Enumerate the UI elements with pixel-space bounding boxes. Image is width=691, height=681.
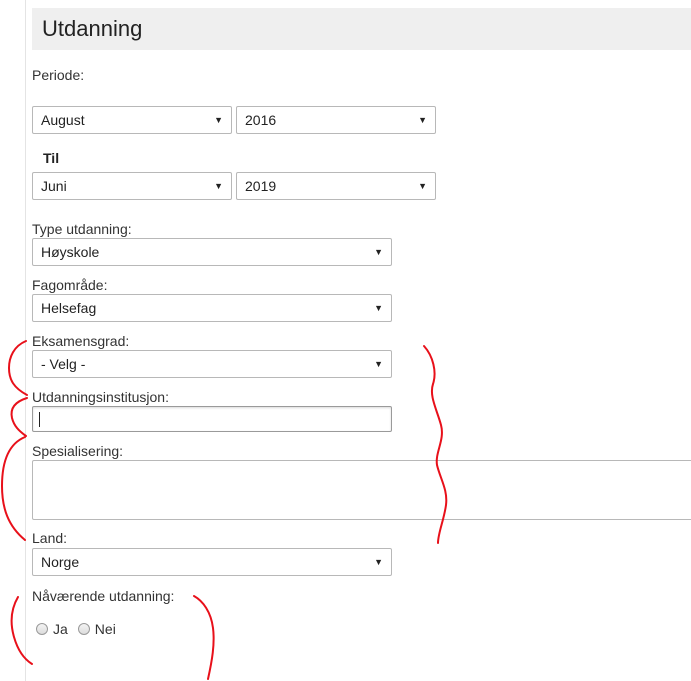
radio-option-nei[interactable]: Nei [77,621,116,637]
chevron-down-icon: ▼ [418,181,427,191]
degree-value: - Velg - [41,356,86,372]
annotation-left-bracket-bottom [1,436,26,541]
to-month-value: Juni [41,178,67,194]
chevron-down-icon: ▼ [374,247,383,257]
degree-label: Eksamensgrad: [32,333,130,349]
period-label: Periode: [32,67,85,83]
institution-input[interactable] [32,406,392,432]
til-label: Til [43,150,60,166]
from-month-value: August [41,112,85,128]
specialization-label: Spesialisering: [32,443,124,459]
radio-button-ja[interactable] [36,623,48,635]
field-value: Helsefag [41,300,97,316]
annotation-left-bracket-radio [10,596,33,665]
chevron-down-icon: ▼ [214,181,223,191]
radio-button-nei[interactable] [77,623,90,635]
specialization-textarea[interactable] [32,460,691,520]
field-select[interactable]: Helsefag ▼ [32,294,392,322]
country-select[interactable]: Norge ▼ [32,548,392,576]
from-year-select[interactable]: 2016 ▼ [236,106,436,134]
field-label: Fagområde: [32,277,108,293]
degree-select[interactable]: - Velg - ▼ [32,350,392,378]
education-type-select[interactable]: Høyskole ▼ [32,238,392,266]
chevron-down-icon: ▼ [418,115,427,125]
to-year-value: 2019 [245,178,277,194]
chevron-down-icon: ▼ [374,359,383,369]
radio-label-ja: Ja [53,621,68,637]
annotation-right-bracket-radio [193,595,215,680]
current-education-label: Nåværende utdanning: [32,588,175,604]
from-year-value: 2016 [245,112,277,128]
text-cursor [39,412,40,427]
country-value: Norge [41,554,80,570]
section-title: Utdanning [42,16,143,41]
radio-label-nei: Nei [94,621,116,637]
to-year-select[interactable]: 2019 ▼ [236,172,436,200]
chevron-down-icon: ▼ [214,115,223,125]
chevron-down-icon: ▼ [374,557,383,567]
from-month-select[interactable]: August ▼ [32,106,232,134]
education-type-label: Type utdanning: [32,221,132,237]
radio-option-ja[interactable]: Ja [36,621,68,637]
current-education-radio-group: Ja Nei [36,621,126,637]
country-label: Land: [32,530,68,546]
institution-label: Utdanningsinstitusjon: [32,389,169,405]
to-month-select[interactable]: Juni ▼ [32,172,232,200]
education-type-value: Høyskole [41,244,100,260]
section-header: Utdanning [32,8,691,50]
chevron-down-icon: ▼ [374,303,383,313]
left-border-line [25,0,26,681]
